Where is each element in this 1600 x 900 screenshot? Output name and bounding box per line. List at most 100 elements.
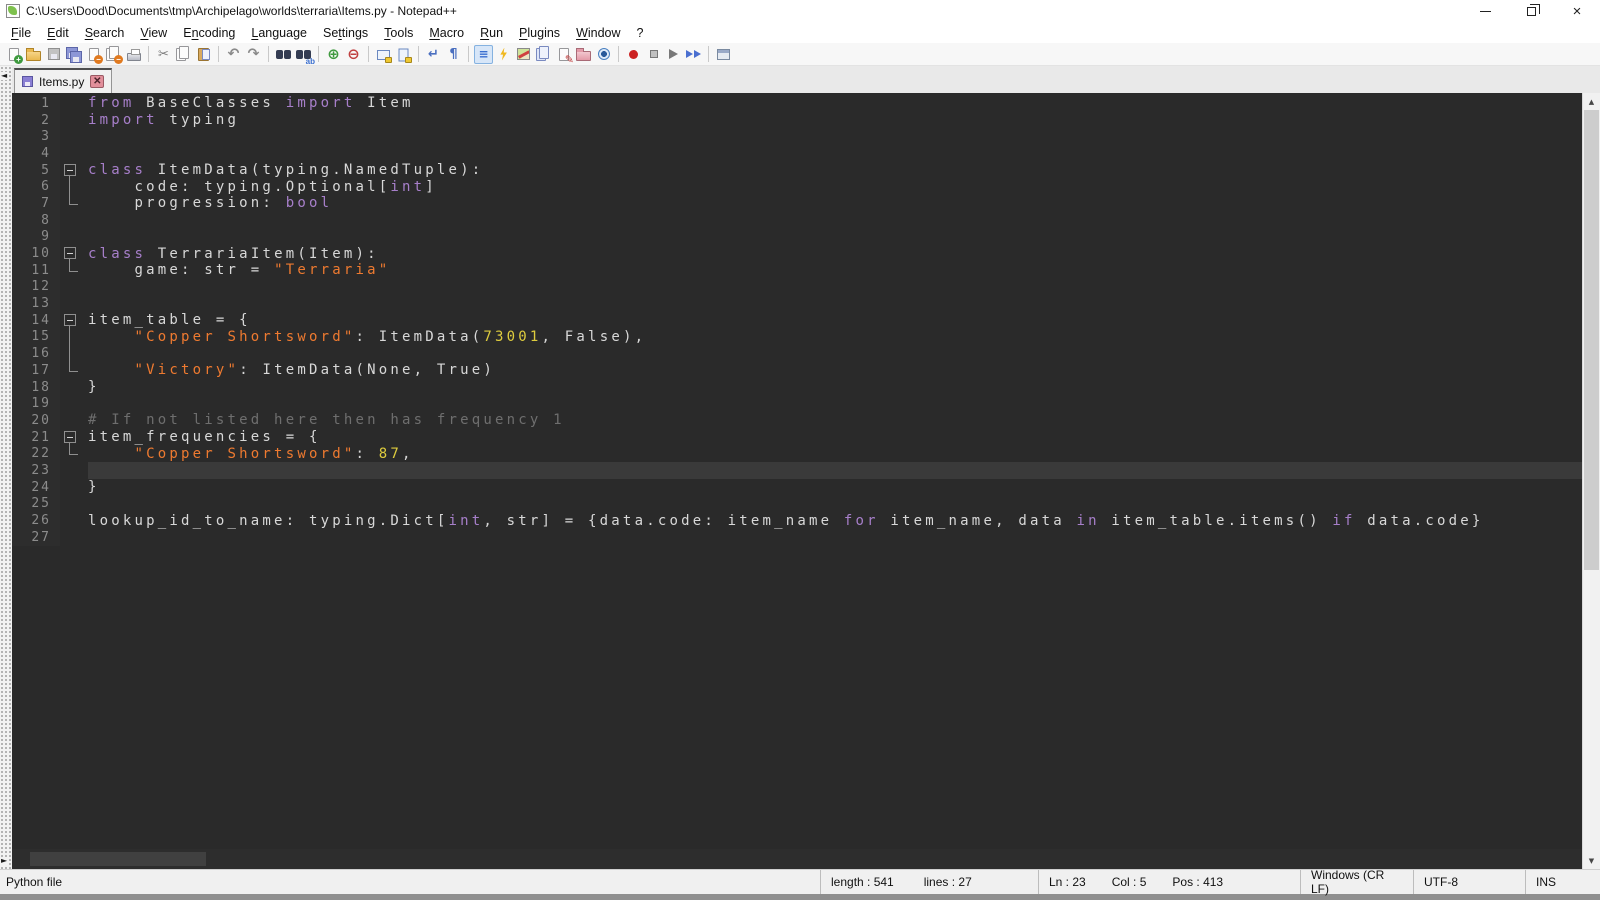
paste-icon[interactable] bbox=[194, 45, 213, 64]
code-text[interactable]: item_table = { bbox=[88, 312, 1582, 329]
sync-horizontal-icon[interactable] bbox=[394, 45, 413, 64]
line-number: 27 bbox=[12, 529, 60, 546]
close-all-icon[interactable]: − bbox=[104, 45, 123, 64]
dock-grip[interactable]: ◄ ► bbox=[0, 66, 12, 869]
close-button[interactable]: × bbox=[1554, 0, 1600, 22]
undo-icon[interactable]: ↶ bbox=[224, 45, 243, 64]
monitoring-icon[interactable] bbox=[594, 45, 613, 64]
edit-doc-icon[interactable]: ✎ bbox=[554, 45, 573, 64]
zoom-out-icon[interactable]: ⊖ bbox=[344, 45, 363, 64]
code-token bbox=[88, 362, 135, 378]
open-icon[interactable] bbox=[24, 45, 43, 64]
menu-run[interactable]: Run bbox=[472, 23, 511, 43]
tab-close-icon[interactable]: ✕ bbox=[90, 75, 104, 88]
fold-marker[interactable] bbox=[60, 162, 88, 179]
code-text[interactable]: "Copper Shortsword": ItemData(73001, Fal… bbox=[88, 329, 1582, 346]
vertical-scrollbar-track[interactable] bbox=[1583, 110, 1600, 852]
code-text[interactable] bbox=[88, 279, 1582, 296]
code-text[interactable] bbox=[88, 229, 1582, 246]
code-text[interactable]: from BaseClasses import Item bbox=[88, 95, 1582, 112]
macro-save-icon[interactable] bbox=[714, 45, 733, 64]
menu-macro[interactable]: Macro bbox=[421, 23, 472, 43]
show-all-characters-icon[interactable]: ¶ bbox=[444, 45, 463, 64]
code-text[interactable]: code: typing.Optional[int] bbox=[88, 178, 1582, 195]
menu-tools[interactable]: Tools bbox=[376, 23, 421, 43]
macro-record-icon[interactable] bbox=[624, 45, 643, 64]
menu-language[interactable]: Language bbox=[243, 23, 315, 43]
fold-marker[interactable] bbox=[60, 312, 88, 329]
macro-stop-icon[interactable] bbox=[644, 45, 663, 64]
code-text[interactable]: game: str = "Terraria" bbox=[88, 262, 1582, 279]
tab-items-py[interactable]: Items.py ✕ bbox=[14, 68, 112, 93]
code-text[interactable]: progression: bool bbox=[88, 195, 1582, 212]
cut-icon[interactable]: ✂ bbox=[154, 45, 173, 64]
fold-marker[interactable] bbox=[60, 429, 88, 446]
code-text[interactable]: "Copper Shortsword": 87, bbox=[88, 445, 1582, 462]
code-text[interactable] bbox=[88, 145, 1582, 162]
replace-icon[interactable]: ab bbox=[294, 45, 313, 64]
menu-encoding[interactable]: Encoding bbox=[175, 23, 243, 43]
code-text[interactable]: class TerrariaItem(Item): bbox=[88, 245, 1582, 262]
print-icon[interactable] bbox=[124, 45, 143, 64]
menu-window[interactable]: Window bbox=[568, 23, 628, 43]
find-icon[interactable] bbox=[274, 45, 293, 64]
line-number: 9 bbox=[12, 229, 60, 246]
menu-view[interactable]: View bbox=[132, 23, 175, 43]
menu-file[interactable]: File bbox=[3, 23, 39, 43]
code-text[interactable]: } bbox=[88, 379, 1582, 396]
code-text[interactable] bbox=[88, 212, 1582, 229]
folder-as-workspace-icon[interactable] bbox=[574, 45, 593, 64]
code-area[interactable]: 1from BaseClasses import Item2import typ… bbox=[12, 93, 1582, 869]
menu-help[interactable]: ? bbox=[629, 23, 652, 43]
code-text[interactable] bbox=[88, 295, 1582, 312]
close-icon[interactable]: − bbox=[84, 45, 103, 64]
document-map-icon[interactable] bbox=[514, 45, 533, 64]
code-text[interactable]: # If not listed here then has frequency … bbox=[88, 412, 1582, 429]
copy-icon[interactable] bbox=[174, 45, 193, 64]
code-text[interactable]: } bbox=[88, 479, 1582, 496]
fold-marker[interactable] bbox=[60, 245, 88, 262]
code-text[interactable]: item_frequencies = { bbox=[88, 429, 1582, 446]
menu-plugins[interactable]: Plugins bbox=[511, 23, 568, 43]
dock-arrow-right-icon[interactable]: ► bbox=[1, 857, 7, 865]
dock-arrow-left-icon[interactable]: ◄ bbox=[1, 72, 7, 80]
menu-search[interactable]: Search bbox=[77, 23, 133, 43]
sync-vertical-icon[interactable] bbox=[374, 45, 393, 64]
vertical-scrollbar[interactable]: ▲ ▼ bbox=[1582, 93, 1600, 869]
code-text-current-line[interactable] bbox=[88, 462, 1582, 479]
new-file-icon[interactable]: + bbox=[4, 45, 23, 64]
code-text[interactable] bbox=[88, 395, 1582, 412]
code-text[interactable]: lookup_id_to_name: typing.Dict[int, str]… bbox=[88, 512, 1582, 529]
code-text[interactable] bbox=[88, 529, 1582, 546]
code-text[interactable] bbox=[88, 345, 1582, 362]
status-doc-stats: length : 541 lines : 27 bbox=[820, 870, 1038, 894]
minimize-button[interactable] bbox=[1462, 0, 1508, 22]
indent-guide-icon[interactable]: ≡ bbox=[474, 45, 493, 64]
scroll-down-icon[interactable]: ▼ bbox=[1583, 852, 1600, 869]
status-insert-mode[interactable]: INS bbox=[1525, 870, 1600, 894]
code-text[interactable] bbox=[88, 496, 1582, 513]
horizontal-scrollbar[interactable] bbox=[12, 849, 1582, 869]
save-icon[interactable] bbox=[44, 45, 63, 64]
save-all-icon[interactable] bbox=[64, 45, 83, 64]
menu-settings[interactable]: Settings bbox=[315, 23, 376, 43]
code-text[interactable]: "Victory": ItemData(None, True) bbox=[88, 362, 1582, 379]
code-token: "Terraria" bbox=[274, 262, 390, 278]
word-wrap-icon[interactable]: ↵ bbox=[424, 45, 443, 64]
scroll-up-icon[interactable]: ▲ bbox=[1583, 93, 1600, 110]
macro-run-multiple-icon[interactable] bbox=[684, 45, 703, 64]
status-eol-format[interactable]: Windows (CR LF) bbox=[1300, 870, 1413, 894]
code-text[interactable] bbox=[88, 128, 1582, 145]
macro-play-icon[interactable] bbox=[664, 45, 683, 64]
redo-icon[interactable]: ↷ bbox=[244, 45, 263, 64]
code-text[interactable]: class ItemData(typing.NamedTuple): bbox=[88, 162, 1582, 179]
horizontal-scrollbar-thumb[interactable] bbox=[30, 852, 206, 866]
zoom-in-icon[interactable]: ⊕ bbox=[324, 45, 343, 64]
code-text[interactable]: import typing bbox=[88, 112, 1582, 129]
document-list-icon[interactable] bbox=[534, 45, 553, 64]
status-encoding[interactable]: UTF-8 bbox=[1413, 870, 1525, 894]
vertical-scrollbar-thumb[interactable] bbox=[1584, 110, 1599, 570]
menu-edit[interactable]: Edit bbox=[39, 23, 77, 43]
restore-button[interactable] bbox=[1508, 0, 1554, 22]
function-list-icon[interactable] bbox=[494, 45, 513, 64]
